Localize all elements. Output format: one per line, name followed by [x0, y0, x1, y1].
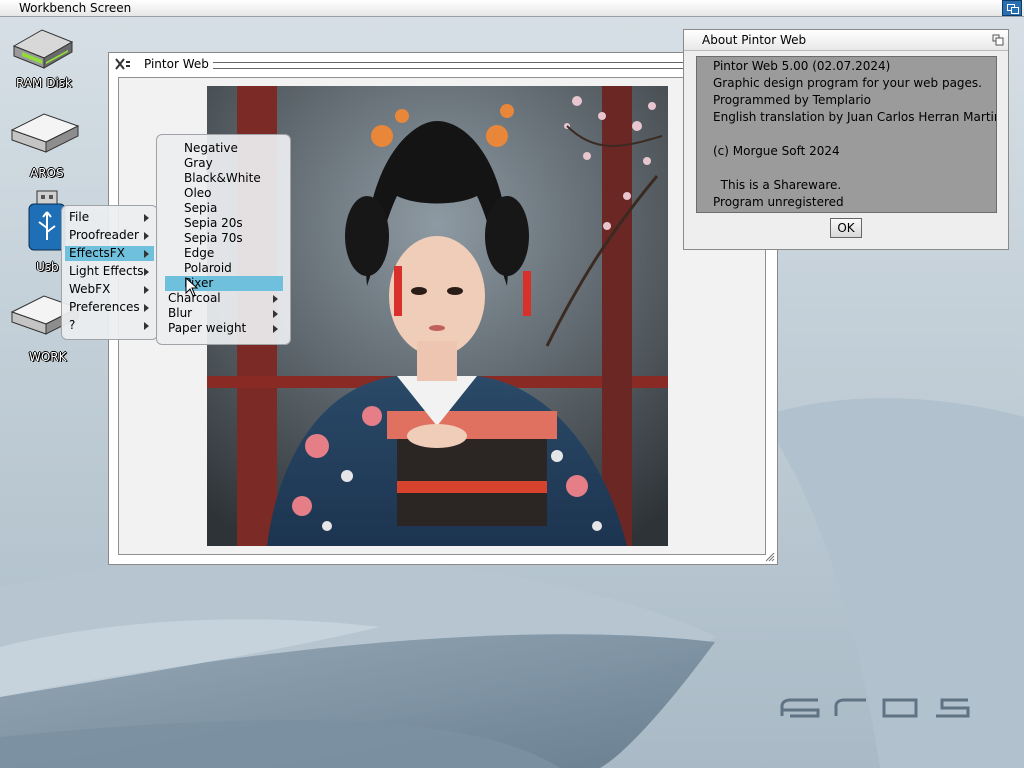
screen-title-bar: Workbench Screen [0, 0, 1024, 17]
ok-button[interactable]: OK [830, 218, 862, 238]
menu-item-edge[interactable]: Edge [165, 246, 283, 261]
desktop-icon-label: AROS [30, 166, 64, 180]
menu-item-webfx[interactable]: WebFX [65, 282, 154, 297]
about-line: Pintor Web 5.00 (02.07.2024) [713, 59, 891, 73]
effectsfx-submenu: Negative Gray Black&White Oleo Sepia Sep… [156, 134, 291, 345]
menu-item-help[interactable]: ? [65, 318, 154, 333]
menu-item-polaroid[interactable]: Polaroid [165, 261, 283, 276]
menu-item-label: Black&White [184, 171, 261, 185]
aros-logo [780, 698, 970, 718]
menu-item-effectsfx[interactable]: EffectsFX [65, 246, 154, 261]
submenu-arrow-icon [144, 268, 149, 276]
menu-item-sepia-20s[interactable]: Sepia 20s [165, 216, 283, 231]
menu-item-label: ? [69, 318, 76, 332]
desktop-icon-label: WORK [29, 350, 67, 364]
main-menu: File Proofreader EffectsFX Light Effects… [61, 205, 158, 340]
about-line: Programmed by Templario [713, 93, 871, 107]
menu-item-label: Light Effects [69, 264, 144, 278]
submenu-arrow-icon [144, 304, 149, 312]
depth-icon[interactable] [992, 34, 1004, 46]
menu-item-label: Edge [184, 246, 215, 260]
desktop-icon-ram-disk[interactable]: RAM Disk [10, 24, 86, 90]
desktop-icon-label: Usb [36, 260, 59, 274]
about-line: (c) Morgue Soft 2024 [713, 144, 840, 158]
menu-item-oleo[interactable]: Oleo [165, 186, 283, 201]
about-line: This is a Shareware. [713, 178, 842, 192]
submenu-arrow-icon [144, 250, 149, 258]
mouse-pointer-icon [185, 277, 199, 297]
about-line: Graphic design program for your web page… [713, 76, 982, 90]
submenu-arrow-icon [144, 232, 149, 240]
menu-item-label: Proofreader [69, 228, 139, 242]
menu-item-preferences[interactable]: Preferences [65, 300, 154, 315]
menu-item-label: Sepia 70s [184, 231, 243, 245]
drive-icon [10, 113, 80, 153]
menu-item-blur[interactable]: Blur [165, 306, 283, 321]
menu-item-label: File [69, 210, 90, 224]
about-window: About Pintor Web Pintor Web 5.00 (02.07.… [683, 29, 1009, 250]
about-line: English translation by Juan Carlos Herra… [713, 110, 997, 124]
menu-item-black-white[interactable]: Black&White [165, 171, 283, 186]
menu-item-file[interactable]: File [65, 210, 154, 225]
menu-item-label: Preferences [69, 300, 140, 314]
close-icon[interactable] [115, 58, 131, 70]
desktop-icon-aros[interactable]: AROS [8, 110, 84, 182]
submenu-arrow-icon [144, 214, 149, 222]
menu-item-light-effects[interactable]: Light Effects [65, 264, 154, 279]
menu-item-pixer[interactable]: Pixer [165, 276, 283, 291]
ram-disk-icon [12, 29, 74, 69]
menu-item-label: Sepia [184, 201, 218, 215]
desktop-icon-label: RAM Disk [16, 76, 73, 90]
about-title: About Pintor Web [702, 33, 807, 47]
menu-item-label: Gray [184, 156, 213, 170]
menu-item-label: Polaroid [184, 261, 232, 275]
menu-item-sepia[interactable]: Sepia [165, 201, 283, 216]
submenu-arrow-icon [273, 310, 278, 318]
menu-item-label: Negative [184, 141, 238, 155]
submenu-arrow-icon [144, 286, 149, 294]
menu-item-label: Blur [168, 306, 193, 320]
menu-item-charcoal[interactable]: Charcoal [165, 291, 283, 306]
menu-item-negative[interactable]: Negative [165, 141, 283, 156]
menu-item-label: EffectsFX [69, 246, 125, 260]
window-title: Pintor Web [144, 57, 209, 71]
about-title-bar[interactable]: About Pintor Web [684, 30, 1008, 51]
menu-item-sepia-70s[interactable]: Sepia 70s [165, 231, 283, 246]
depth-square-icon [1011, 7, 1019, 14]
about-line: Program unregistered [713, 195, 844, 209]
menu-item-paper-weight[interactable]: Paper weight [165, 321, 283, 336]
about-text-panel: Pintor Web 5.00 (02.07.2024) Graphic des… [696, 56, 997, 213]
menu-item-label: WebFX [69, 282, 111, 296]
menu-item-proofreader[interactable]: Proofreader [65, 228, 154, 243]
submenu-arrow-icon [144, 322, 149, 330]
submenu-arrow-icon [273, 325, 278, 333]
menu-item-label: Sepia 20s [184, 216, 243, 230]
screen-title: Workbench Screen [19, 1, 132, 15]
menu-item-gray[interactable]: Gray [165, 156, 283, 171]
screen-depth-button[interactable] [1002, 0, 1022, 16]
menu-item-label: Paper weight [168, 321, 247, 335]
resize-grip-icon[interactable] [765, 552, 775, 562]
submenu-arrow-icon [273, 295, 278, 303]
menu-item-label: Oleo [184, 186, 212, 200]
window-title-bar[interactable]: Pintor Web [109, 53, 777, 75]
